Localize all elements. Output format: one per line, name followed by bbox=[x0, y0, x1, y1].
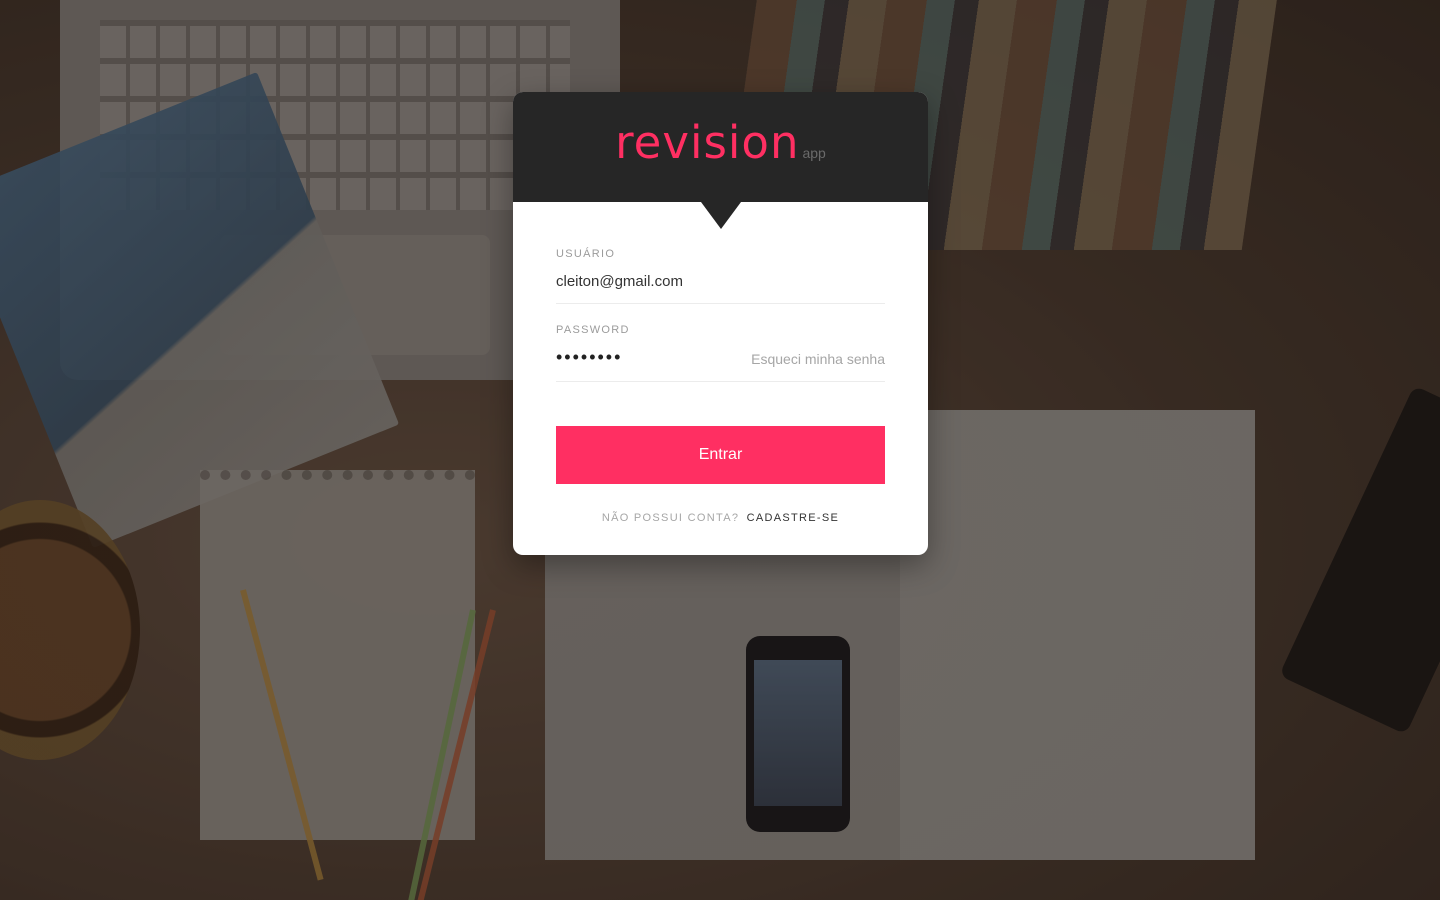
password-field[interactable]: PASSWORD •••••••• Esqueci minha senha bbox=[556, 321, 885, 382]
card-header: revision app bbox=[513, 92, 928, 229]
header-pointer-arrow bbox=[701, 202, 741, 229]
password-input[interactable]: •••••••• bbox=[556, 347, 622, 368]
logo-suffix: app bbox=[802, 145, 826, 161]
forgot-password-link[interactable]: Esqueci minha senha bbox=[751, 351, 885, 367]
logo: revision app bbox=[513, 116, 928, 169]
login-button[interactable]: Entrar bbox=[556, 426, 885, 484]
username-label: USUÁRIO bbox=[556, 248, 616, 260]
login-form: USUÁRIO cleiton@gmail.com PASSWORD •••••… bbox=[556, 245, 885, 382]
signup-question: NÃO POSSUI CONTA? bbox=[601, 512, 740, 524]
logo-wordmark: revision bbox=[615, 116, 800, 169]
login-card: revision app USUÁRIO cleiton@gmail.com PA… bbox=[513, 92, 928, 555]
signup-link[interactable]: CADASTRE-SE bbox=[747, 512, 840, 524]
username-field[interactable]: USUÁRIO cleiton@gmail.com bbox=[556, 245, 885, 304]
username-input[interactable]: cleiton@gmail.com bbox=[556, 273, 683, 290]
signup-prompt: NÃO POSSUI CONTA? CADASTRE-SE bbox=[513, 512, 928, 524]
password-label: PASSWORD bbox=[556, 324, 630, 336]
